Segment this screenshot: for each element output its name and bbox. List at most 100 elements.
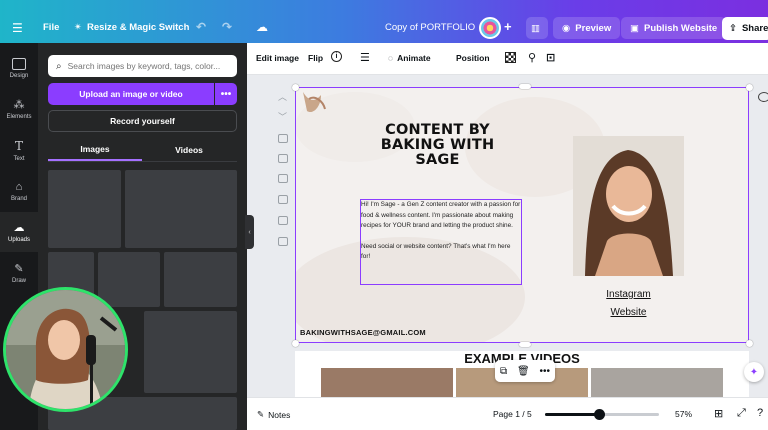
upload-thumbnail[interactable]: [48, 170, 121, 248]
page-indicator[interactable]: Page 1 / 5: [493, 409, 532, 419]
duplicate-icon[interactable]: [278, 195, 288, 204]
resize-handle[interactable]: [292, 84, 299, 91]
notes-icon: ✎: [257, 409, 265, 419]
rail-item-draw[interactable]: ✎ Draw: [0, 253, 38, 293]
resize-handle[interactable]: [519, 84, 531, 89]
website-icon: ▣: [630, 22, 639, 34]
menu-button[interactable]: ☰: [12, 21, 23, 35]
lock-button[interactable]: ⊡: [546, 51, 555, 64]
resize-handle[interactable]: [746, 84, 753, 91]
cloud-save-button[interactable]: ☁: [256, 20, 268, 34]
share-icon: ⇪: [729, 23, 737, 34]
hamburger-icon: ☰: [12, 21, 23, 35]
notes-button[interactable]: ✎ Notes: [257, 409, 290, 420]
sparkle-icon: ✦: [749, 366, 759, 378]
trash-icon[interactable]: 🗑: [517, 366, 530, 377]
trash-icon[interactable]: [278, 216, 288, 225]
preview-button[interactable]: ◉ Preview: [553, 17, 621, 39]
document-title[interactable]: Copy of PORTFOLIO: [385, 22, 475, 33]
design-page-1[interactable]: CONTENT BY BAKING WITH SAGE Hi! I'm Sage…: [295, 87, 749, 343]
context-toolbar: Edit image Flip i ☰ ◌ Animate Position ⚲…: [247, 43, 768, 75]
chevron-down-icon[interactable]: ﹀: [278, 110, 287, 123]
info-icon: i: [331, 51, 342, 62]
canvas-area: CONTENT BY BAKING WITH SAGE Hi! I'm Sage…: [247, 75, 768, 397]
sparkle-icon: ✴: [74, 22, 82, 33]
more-dots-icon[interactable]: •••: [540, 366, 551, 377]
bottom-bar: ✎ Notes Page 1 / 5 57% ⊞ ⤢ ?: [247, 397, 768, 430]
rail-item-text[interactable]: T Text: [0, 130, 38, 170]
zoom-slider-handle[interactable]: [593, 409, 605, 420]
webcam-overlay: [3, 287, 128, 412]
info-button[interactable]: i: [331, 51, 342, 62]
zoom-percentage[interactable]: 57%: [675, 409, 692, 419]
tab-videos[interactable]: Videos: [142, 139, 236, 161]
share-button[interactable]: ⇪ Share: [722, 17, 768, 40]
grid-icon: ⊞: [714, 408, 724, 420]
magic-assistant-button[interactable]: ✦: [744, 362, 764, 382]
rail-item-design[interactable]: Design: [0, 48, 38, 88]
position-button[interactable]: Position: [456, 53, 490, 63]
search-input[interactable]: [67, 61, 228, 71]
rail-item-uploads[interactable]: ☁ Uploads: [0, 212, 38, 252]
hide-icon[interactable]: [278, 134, 288, 143]
help-button[interactable]: ?: [757, 407, 763, 419]
publish-website-button[interactable]: ▣ Publish Website: [621, 17, 727, 39]
resize-handle[interactable]: [292, 340, 299, 347]
eye-icon: ◉: [562, 22, 571, 34]
instagram-link[interactable]: Instagram: [573, 289, 684, 300]
resize-handle[interactable]: [519, 342, 531, 347]
upload-thumbnail[interactable]: [98, 252, 160, 307]
upload-thumbnail[interactable]: [125, 170, 237, 248]
border-lines-icon: ☰: [360, 52, 370, 64]
website-link[interactable]: Website: [573, 307, 684, 318]
lock-icon: ⊡: [546, 52, 556, 64]
profile-photo[interactable]: [573, 136, 684, 276]
rail-item-brand[interactable]: ⌂ Brand: [0, 171, 38, 211]
example-video-thumbnail[interactable]: [321, 368, 453, 397]
text-icon: T: [14, 138, 23, 153]
comment-icon[interactable]: [758, 92, 768, 102]
upload-thumbnail[interactable]: [164, 252, 237, 307]
undo-button[interactable]: ↶: [196, 20, 206, 34]
collapse-panel-button[interactable]: ‹: [245, 215, 254, 249]
contact-email[interactable]: BAKINGWITHSAGE@GMAIL.COM: [300, 328, 426, 337]
page-headline[interactable]: CONTENT BY BAKING WITH SAGE: [365, 123, 510, 168]
record-yourself-button[interactable]: Record yourself: [48, 110, 237, 132]
webcam-person-image: [6, 290, 125, 409]
brand-icon: ⌂: [15, 180, 23, 193]
insights-button[interactable]: ▥: [526, 17, 548, 39]
edit-icon[interactable]: [278, 154, 288, 163]
border-style-button[interactable]: ☰: [360, 51, 370, 64]
tab-images[interactable]: Images: [48, 139, 142, 161]
copy-icon[interactable]: ⧉: [500, 366, 507, 377]
add-page-icon[interactable]: [278, 237, 288, 246]
fullscreen-button[interactable]: ⤢: [737, 407, 746, 420]
animate-button[interactable]: ◌ Animate: [388, 53, 431, 63]
upload-media-button[interactable]: Upload an image or video: [48, 83, 214, 105]
plus-icon: +: [504, 19, 512, 34]
elements-icon: ⁂: [13, 99, 25, 111]
edit-image-button[interactable]: Edit image: [256, 53, 299, 63]
undo-icon: ↶: [196, 20, 207, 34]
intro-text-block[interactable]: Hi! I'm Sage - a Gen Z content creator w…: [360, 200, 522, 263]
redo-button[interactable]: ↷: [222, 20, 232, 34]
upload-more-options-button[interactable]: •••: [215, 83, 237, 105]
resize-handle[interactable]: [746, 340, 753, 347]
image-search[interactable]: ⌕: [48, 55, 237, 77]
team-avatar[interactable]: [479, 17, 501, 39]
rail-item-elements[interactable]: ⁂ Elements: [0, 89, 38, 129]
fullscreen-icon: ⤢: [737, 407, 746, 419]
add-collaborator-button[interactable]: +: [504, 19, 512, 34]
grid-view-button[interactable]: ⊞: [714, 407, 723, 420]
flip-button[interactable]: Flip: [308, 53, 323, 63]
chevron-up-icon[interactable]: ︿: [278, 90, 287, 103]
upload-thumbnail[interactable]: [144, 311, 237, 393]
copy-style-button[interactable]: ⚲: [528, 51, 536, 64]
resize-magic-switch-button[interactable]: ✴ Resize & Magic Switch: [74, 22, 189, 33]
file-menu[interactable]: File: [43, 22, 59, 33]
lock-icon[interactable]: [278, 174, 288, 183]
example-video-thumbnail[interactable]: [591, 368, 723, 397]
zoom-slider[interactable]: [545, 409, 659, 420]
transparency-button[interactable]: [505, 52, 516, 63]
cloud-icon: ☁: [256, 20, 268, 34]
